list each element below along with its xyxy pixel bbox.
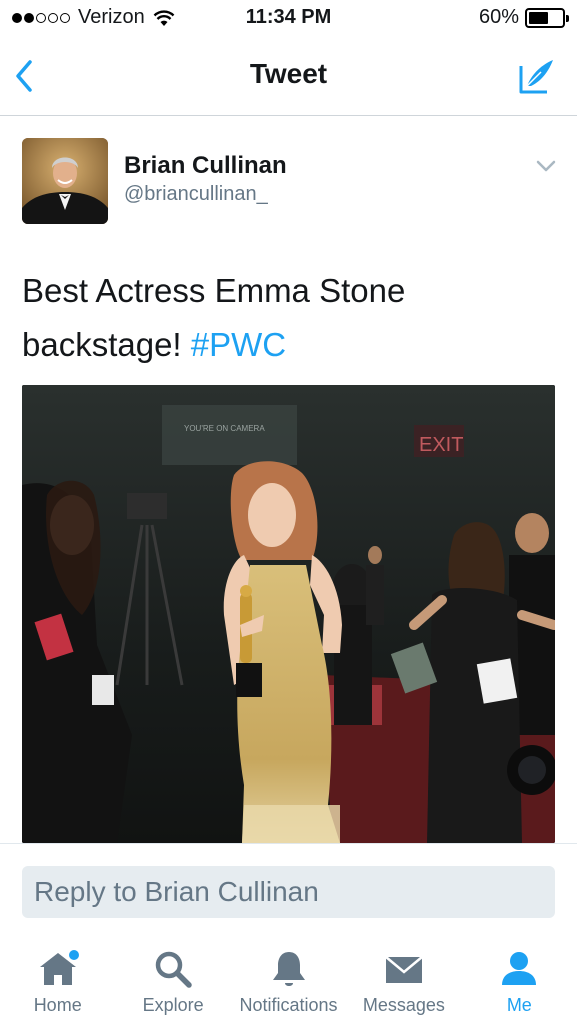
chevron-down-icon[interactable]: [535, 158, 557, 174]
envelope-icon: [385, 956, 423, 983]
person-icon: [502, 952, 537, 985]
tab-label: Home: [33, 995, 82, 1015]
tab-bar: Home Explore Notifications Messages Me: [0, 935, 577, 1024]
tab-home[interactable]: Home: [0, 935, 115, 1024]
bell-icon: [272, 952, 305, 986]
tab-explore[interactable]: Explore: [115, 935, 230, 1024]
battery-fill: [529, 11, 548, 24]
tab-label: Me: [506, 995, 532, 1015]
hashtag-link[interactable]: #PWC: [191, 326, 286, 363]
author-name[interactable]: Brian Cullinan: [124, 152, 287, 180]
home-icon: [39, 950, 79, 985]
tab-label: Messages: [362, 995, 445, 1015]
battery-percent: 60%: [478, 6, 519, 28]
status-right: 60%: [478, 6, 569, 29]
battery-icon: [525, 7, 569, 28]
page-title: Tweet: [249, 58, 328, 89]
tab-notifications[interactable]: Notifications: [231, 935, 346, 1024]
author-avatar[interactable]: [22, 138, 108, 224]
nav-bar: Tweet: [0, 38, 577, 116]
tab-messages[interactable]: Messages: [346, 935, 461, 1024]
tweet-text: Best Actress Emma Stone backstage! #PWC: [22, 264, 552, 372]
compose-tweet-icon[interactable]: [515, 56, 559, 96]
tab-label: Notifications: [239, 995, 338, 1015]
photo-screen-text: YOU'RE ON CAMERA: [184, 424, 265, 433]
tweet-photo[interactable]: YOU'RE ON CAMERA EXIT: [22, 385, 555, 843]
notification-dot: [68, 950, 79, 960]
tab-label: Explore: [142, 995, 204, 1015]
search-icon: [155, 951, 192, 988]
status-bar: Verizon 11:34 PM 60%: [0, 0, 577, 38]
tab-me[interactable]: Me: [462, 935, 577, 1024]
author-handle[interactable]: @briancullinan_: [124, 183, 268, 206]
reply-input[interactable]: [22, 866, 555, 918]
photo-exit-sign: EXIT: [419, 434, 463, 456]
reply-area: [0, 843, 577, 935]
photo-image: YOU'RE ON CAMERA EXIT: [22, 385, 555, 843]
avatar-image: [22, 138, 108, 224]
